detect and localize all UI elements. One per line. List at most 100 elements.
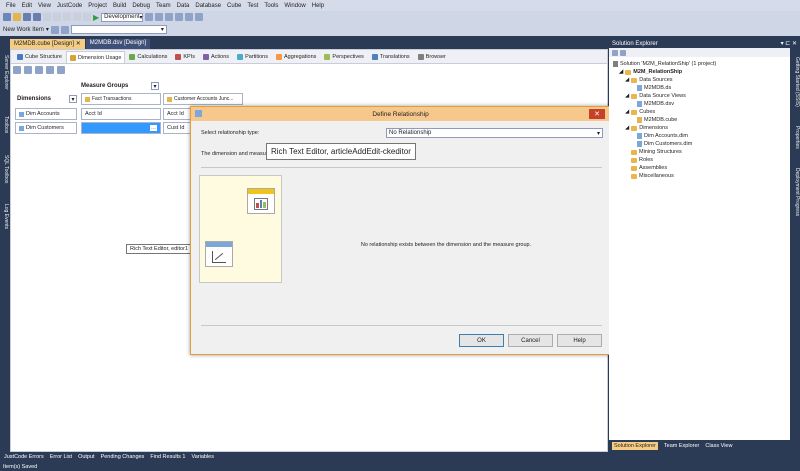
new-project-icon[interactable] [3,13,11,21]
start-icon[interactable]: ▶ [93,13,99,22]
close-icon[interactable]: ✕ [792,41,797,47]
ok-button[interactable]: OK [459,334,504,347]
find-combo[interactable]: ▾ [70,25,167,34]
close-button[interactable]: ✕ [589,109,605,119]
sql-toolbox-tab[interactable]: SQL Toolbox [0,148,9,190]
menu-cube[interactable]: Cube [224,3,244,9]
ellipsis-button[interactable]: … [150,125,157,131]
cancel-button[interactable]: Cancel [508,334,553,347]
tab-aggregations[interactable]: Aggregations [272,51,320,63]
properties-icon[interactable] [612,49,618,56]
tab-dsv-design[interactable]: M2MDB.dsv [Design] [85,39,151,49]
tab-browser[interactable]: Browser [414,51,450,63]
save-icon[interactable] [23,13,31,21]
relationship-cell[interactable]: Acct Id [81,108,161,120]
find-icon[interactable] [145,13,154,21]
expand-icon[interactable]: ◢ [619,69,623,75]
add-measure-group-icon[interactable] [35,66,43,74]
go-to-icon[interactable] [60,25,69,34]
query-icon[interactable] [50,25,59,34]
relationship-cell[interactable]: Cust Id [163,122,191,134]
menu-data[interactable]: Data [174,3,193,9]
tab-find-results[interactable]: Find Results 1 [150,454,185,460]
menu-view[interactable]: View [35,3,54,9]
tree-misc[interactable]: Miscellaneous [631,173,674,179]
menu-edit[interactable]: Edit [19,3,35,9]
relationship-type-select[interactable]: No Relationship ▾ [386,128,603,138]
tab-team-explorer[interactable]: Team Explorer [664,443,699,449]
server-explorer-tab[interactable]: Server Explorer [0,42,9,102]
add-cube-dimension-icon[interactable] [13,66,21,74]
configuration-dropdown[interactable]: Development ▾ [101,12,144,22]
tree-dimensions[interactable]: ◢ Dimensions [625,125,668,131]
tab-translations[interactable]: Translations [368,51,414,63]
measure-groups-dropdown[interactable]: ▾ [151,82,159,90]
properties-tab[interactable]: Properties [790,120,800,154]
tree-cube-file[interactable]: M2MDB.cube [637,117,677,123]
relationship-cell[interactable]: Acct Id [163,108,191,120]
tab-actions[interactable]: Actions [199,51,233,63]
tab-kpis[interactable]: KPIs [171,51,199,63]
expand-icon[interactable]: ◢ [625,77,629,83]
show-all-files-icon[interactable] [620,49,626,56]
tab-solution-explorer[interactable]: Solution Explorer [612,442,658,450]
new-work-item-button[interactable]: New Work Item [3,27,44,33]
toolbox-tab[interactable]: Toolbox [0,108,9,142]
tab-cube-structure[interactable]: Cube Structure [13,51,66,63]
menu-help[interactable]: Help [309,3,327,9]
menu-database[interactable]: Database [192,3,224,9]
undo-icon[interactable] [73,13,81,21]
deployment-progress-tab[interactable]: Deployment Progress [790,160,800,224]
tree-mining[interactable]: Mining Structures [631,149,682,155]
redo-icon[interactable] [83,13,91,21]
expand-icon[interactable]: ◢ [625,109,629,115]
pin-icon[interactable]: ▾ ⊏ [781,41,791,47]
dimensions-dropdown[interactable]: ▾ [69,95,77,103]
tree-ds-file[interactable]: M2MDB.ds [637,85,671,91]
menu-build[interactable]: Build [110,3,129,9]
tab-cube-design[interactable]: M2MDB.cube [Design] ✕ [10,39,85,49]
tab-error-list[interactable]: Error List [50,454,72,460]
sort-descending-icon[interactable] [57,66,65,74]
dimension-dim-accounts[interactable]: Dim Accounts [15,108,77,120]
tab-calculations[interactable]: Calculations [125,51,171,63]
tree-dsv-folder[interactable]: ◢ Data Source Views [625,93,686,99]
toolbox-icon[interactable] [175,13,184,21]
close-icon[interactable]: ✕ [76,41,81,47]
object-browser-icon[interactable] [185,13,194,21]
tree-roles[interactable]: Roles [631,157,653,163]
sort-ascending-icon[interactable] [46,66,54,74]
measure-group-fact-transactions[interactable]: Fact Transactions [81,93,161,105]
properties-icon[interactable] [165,13,174,21]
tab-dimension-usage[interactable]: Dimension Usage [66,51,126,63]
cut-icon[interactable] [43,13,51,21]
tree-assemblies[interactable]: Assemblies [631,165,667,171]
expand-icon[interactable]: ◢ [625,125,629,131]
tab-perspectives[interactable]: Perspectives [320,51,368,63]
expand-icon[interactable]: ◢ [625,93,629,99]
tab-output[interactable]: Output [78,454,95,460]
tree-dim-accounts[interactable]: Dim Accounts.dim [637,133,688,139]
tree-cubes[interactable]: ◢ Cubes [625,109,655,115]
open-icon[interactable] [13,13,21,21]
tab-justcode-errors[interactable]: JustCode Errors [4,454,44,460]
help-button[interactable]: Help [557,334,602,347]
save-all-icon[interactable] [33,13,41,21]
relationship-cell-selected[interactable]: … [81,122,161,134]
paste-icon[interactable] [63,13,71,21]
menu-justcode[interactable]: JustCode [54,3,85,9]
tab-class-view[interactable]: Class View [705,443,732,449]
menu-debug[interactable]: Debug [129,3,153,9]
tree-dim-customers[interactable]: Dim Customers.dim [637,141,692,147]
start-page-icon[interactable] [195,13,204,21]
tab-variables[interactable]: Variables [191,454,214,460]
solution-explorer-icon[interactable] [155,13,164,21]
copy-icon[interactable] [53,13,61,21]
tab-pending-changes[interactable]: Pending Changes [101,454,145,460]
menu-project[interactable]: Project [85,3,110,9]
menu-team[interactable]: Team [153,3,174,9]
tree-solution[interactable]: Solution 'M2M_RelationShip' (1 project) [613,61,716,67]
menu-file[interactable]: File [3,3,19,9]
tree-data-sources[interactable]: ◢ Data Sources [625,77,673,83]
tab-partitions[interactable]: Partitions [233,51,272,63]
